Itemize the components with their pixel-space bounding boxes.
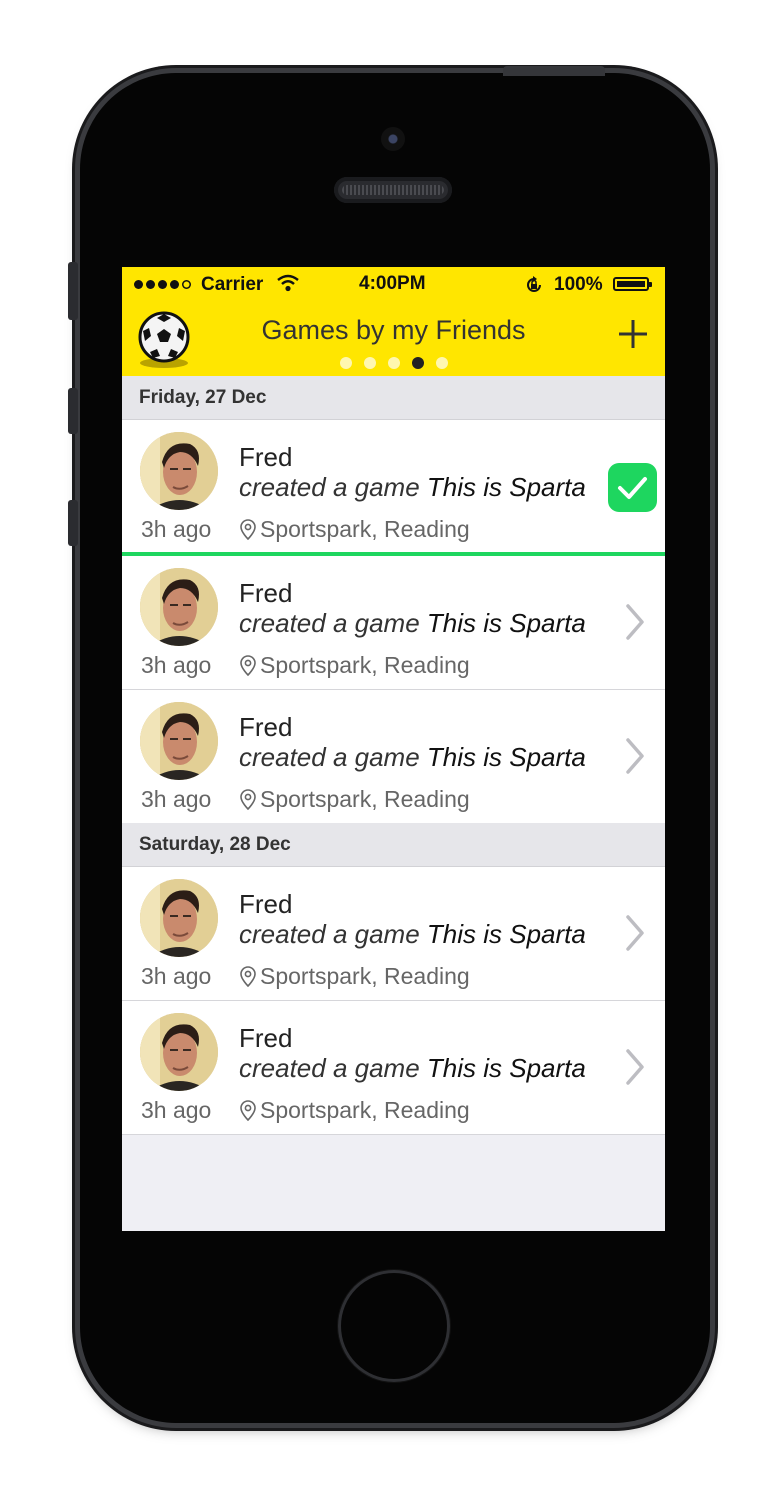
page-dot[interactable] bbox=[436, 357, 448, 369]
location-pin-icon bbox=[240, 965, 256, 987]
mute-switch bbox=[68, 262, 78, 320]
power-button bbox=[503, 66, 605, 76]
timestamp: 3h ago bbox=[141, 963, 212, 989]
page-indicator[interactable] bbox=[340, 357, 448, 369]
volume-up-button bbox=[68, 388, 78, 434]
carrier-label: Carrier bbox=[201, 274, 264, 295]
game-name: This is Sparta bbox=[426, 1053, 586, 1083]
status-time: 4:00PM bbox=[359, 273, 426, 294]
location-label: Sportspark, Reading bbox=[260, 652, 470, 678]
location: Sportspark, Reading bbox=[239, 516, 470, 543]
page-dot-active[interactable] bbox=[412, 357, 424, 369]
activity-description: created a game This is Sparta bbox=[239, 1053, 586, 1084]
location: Sportspark, Reading bbox=[239, 786, 470, 813]
location-label: Sportspark, Reading bbox=[260, 516, 470, 542]
activity-action: created a game bbox=[239, 742, 427, 772]
list-item[interactable]: Fred created a game This is Sparta 3h ag… bbox=[122, 420, 665, 556]
chevron-right-icon[interactable] bbox=[622, 1047, 648, 1087]
list-item[interactable]: Fred created a game This is Sparta 3h ag… bbox=[122, 867, 665, 1001]
add-icon[interactable] bbox=[618, 319, 648, 349]
battery-percentage: 100% bbox=[554, 274, 603, 295]
game-name: This is Sparta bbox=[426, 919, 586, 949]
checkmark-badge[interactable] bbox=[608, 463, 657, 512]
page-dot[interactable] bbox=[340, 357, 352, 369]
location: Sportspark, Reading bbox=[239, 1097, 470, 1124]
location-pin-icon bbox=[240, 788, 256, 810]
location: Sportspark, Reading bbox=[239, 652, 470, 679]
signal-strength-icon bbox=[134, 280, 191, 289]
timestamp: 3h ago bbox=[141, 1097, 212, 1123]
activity-action: created a game bbox=[239, 608, 427, 638]
page-dot[interactable] bbox=[364, 357, 376, 369]
avatar bbox=[140, 702, 218, 780]
activity-description: created a game This is Sparta bbox=[239, 608, 586, 639]
user-name: Fred bbox=[239, 889, 293, 919]
location-pin-icon bbox=[240, 518, 256, 540]
user-name: Fred bbox=[239, 1023, 293, 1053]
list-item[interactable]: Fred created a game This is Sparta 3h ag… bbox=[122, 556, 665, 690]
front-camera bbox=[381, 127, 405, 151]
list-item[interactable]: Fred created a game This is Sparta 3h ag… bbox=[122, 1001, 665, 1135]
section-date: Friday, 27 Dec bbox=[139, 387, 267, 408]
activity-action: created a game bbox=[239, 472, 427, 502]
earpiece-speaker bbox=[334, 177, 452, 203]
avatar bbox=[140, 432, 218, 510]
avatar bbox=[140, 1013, 218, 1091]
user-name: Fred bbox=[239, 578, 293, 608]
location: Sportspark, Reading bbox=[239, 963, 470, 990]
game-name: This is Sparta bbox=[426, 472, 586, 502]
chevron-right-icon[interactable] bbox=[622, 736, 648, 776]
location-label: Sportspark, Reading bbox=[260, 963, 470, 989]
avatar bbox=[140, 879, 218, 957]
location-pin-icon bbox=[240, 1099, 256, 1121]
home-button[interactable] bbox=[338, 1270, 450, 1382]
location-label: Sportspark, Reading bbox=[260, 786, 470, 812]
volume-down-button bbox=[68, 500, 78, 546]
checkmark-icon bbox=[618, 477, 647, 499]
location-label: Sportspark, Reading bbox=[260, 1097, 470, 1123]
game-name: This is Sparta bbox=[426, 608, 586, 638]
avatar bbox=[140, 568, 218, 646]
section-header: Friday, 27 Dec bbox=[122, 376, 665, 420]
timestamp: 3h ago bbox=[141, 516, 212, 542]
game-name: This is Sparta bbox=[426, 742, 586, 772]
status-bar: Carrier 4:00PM 100% bbox=[122, 267, 665, 301]
rotation-lock-icon bbox=[524, 275, 544, 301]
navigation-bar: Games by my Friends bbox=[122, 301, 665, 376]
list-item[interactable]: Fred created a game This is Sparta 3h ag… bbox=[122, 690, 665, 824]
chevron-right-icon[interactable] bbox=[622, 913, 648, 953]
app-screen: Carrier 4:00PM 100% Games by my Friends bbox=[122, 267, 665, 1231]
user-name: Fred bbox=[239, 442, 293, 472]
page-dot[interactable] bbox=[388, 357, 400, 369]
section-date: Saturday, 28 Dec bbox=[139, 834, 291, 855]
timestamp: 3h ago bbox=[141, 652, 212, 678]
activity-description: created a game This is Sparta bbox=[239, 472, 586, 503]
user-name: Fred bbox=[239, 712, 293, 742]
battery-icon bbox=[613, 277, 652, 291]
page-title: Games by my Friends bbox=[261, 315, 526, 345]
activity-action: created a game bbox=[239, 919, 427, 949]
wifi-icon bbox=[276, 274, 300, 298]
section-header: Saturday, 28 Dec bbox=[122, 823, 665, 867]
activity-description: created a game This is Sparta bbox=[239, 919, 586, 950]
activity-description: created a game This is Sparta bbox=[239, 742, 586, 773]
timestamp: 3h ago bbox=[141, 786, 212, 812]
chevron-right-icon[interactable] bbox=[622, 602, 648, 642]
location-pin-icon bbox=[240, 654, 256, 676]
activity-action: created a game bbox=[239, 1053, 427, 1083]
